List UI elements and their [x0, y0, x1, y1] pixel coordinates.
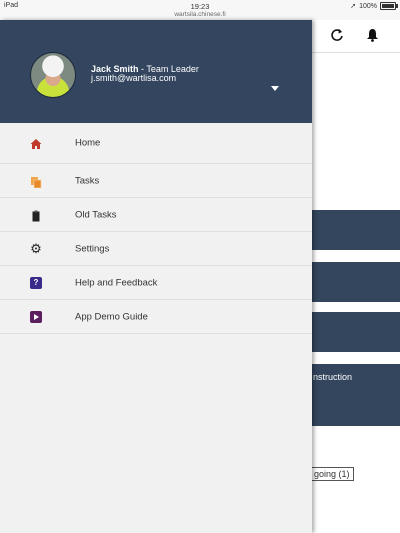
gear-icon: ⚙: [30, 240, 42, 256]
profile-header[interactable]: Jack Smith - Team Leader j.smith@wartlis…: [0, 20, 312, 123]
menu-item-help[interactable]: ? Help and Feedback: [0, 266, 312, 300]
menu-item-label: Settings: [75, 243, 110, 254]
menu-item-home[interactable]: Home: [0, 123, 312, 164]
menu-item-label: Home: [75, 137, 101, 149]
play-icon: [30, 310, 42, 323]
menu-item-settings[interactable]: ⚙ Settings: [0, 232, 312, 266]
avatar: [30, 52, 76, 98]
refresh-icon[interactable]: [329, 28, 345, 44]
user-email: j.smith@wartlisa.com: [91, 73, 177, 83]
ongoing-filter[interactable]: going (1): [310, 467, 354, 481]
battery-percent: 100%: [359, 2, 377, 10]
tasks-icon: [30, 175, 42, 188]
drawer-menu: Home Tasks Old Tasks ⚙ Settings ? Help a…: [0, 123, 312, 334]
clock: 19:23: [190, 2, 210, 11]
menu-item-label: Tasks: [75, 175, 100, 186]
menu-item-label: Help and Feedback: [75, 277, 158, 288]
status-right: ➚ 100%: [350, 2, 398, 10]
side-drawer: Jack Smith - Team Leader j.smith@wartlis…: [0, 20, 312, 533]
bell-icon[interactable]: [364, 28, 380, 44]
menu-item-tasks[interactable]: Tasks: [0, 164, 312, 198]
chevron-down-icon[interactable]: [271, 86, 279, 91]
clipboard-icon: [30, 209, 42, 221]
task-card-title: nstruction: [313, 372, 353, 382]
home-icon: [30, 137, 42, 149]
menu-item-old-tasks[interactable]: Old Tasks: [0, 198, 312, 232]
help-icon: ?: [30, 276, 42, 289]
status-bar: iPad 19:23 wartsila.chinese.fi ➚ 100%: [0, 0, 400, 20]
menu-item-label: App Demo Guide: [75, 311, 148, 322]
url-label: wartsila.chinese.fi: [174, 11, 226, 18]
battery-icon: [380, 2, 398, 10]
location-arrow-icon: ➚: [350, 3, 357, 10]
menu-item-label: Old Tasks: [75, 209, 117, 220]
menu-item-demo-guide[interactable]: App Demo Guide: [0, 300, 312, 334]
